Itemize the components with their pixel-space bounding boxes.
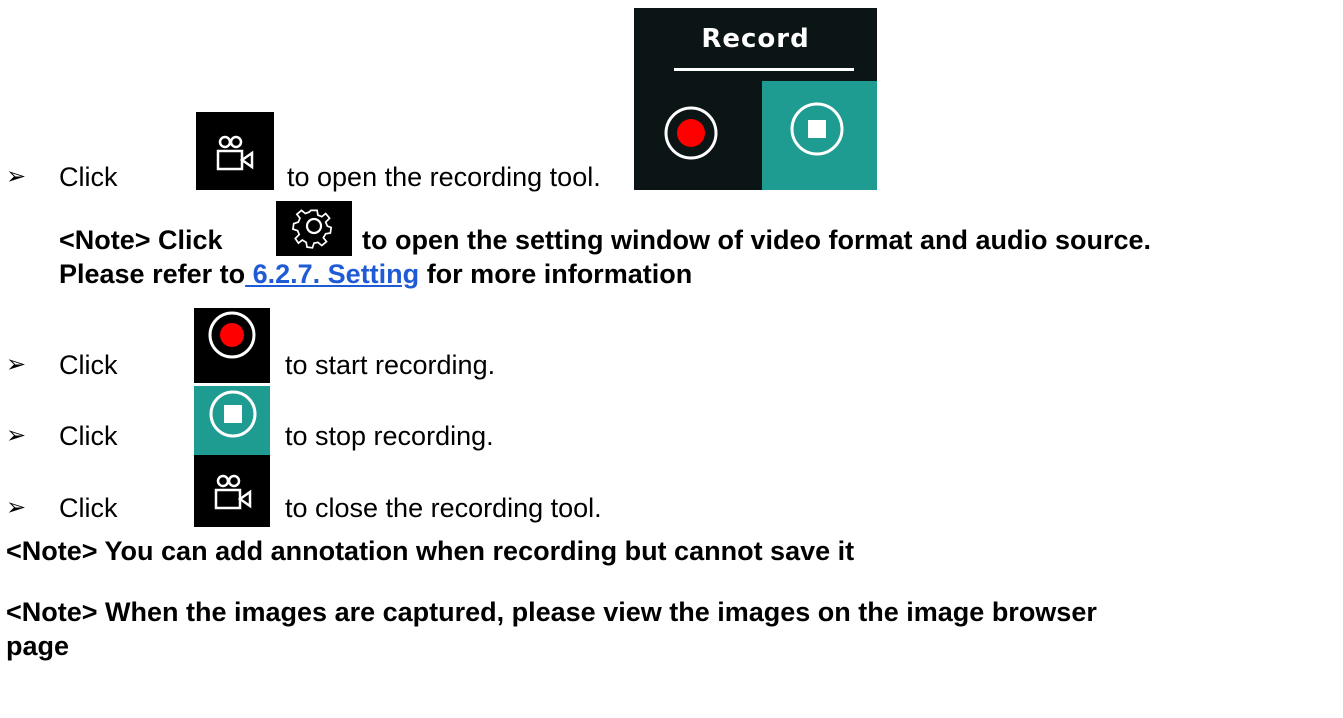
- setting-link[interactable]: 6.2.7. Setting: [245, 259, 420, 289]
- step-2-text: to start recording.: [285, 350, 496, 380]
- bullet-3: ➢: [6, 422, 27, 449]
- note-annotation: <Note> You can add annotation when recor…: [6, 536, 855, 566]
- record-panel: Record: [634, 8, 877, 190]
- record-icon[interactable]: [194, 308, 270, 383]
- bullet-2: ➢: [6, 351, 27, 378]
- step-1-click: Click: [59, 162, 118, 192]
- record-icon: [664, 106, 718, 160]
- note-setting-refer: Please refer to: [59, 259, 246, 289]
- step-2-click: Click: [59, 350, 118, 380]
- stop-icon[interactable]: [194, 386, 270, 456]
- camera-icon[interactable]: [196, 112, 274, 190]
- step-3-click: Click: [59, 421, 118, 451]
- step-4-text: to close the recording tool.: [285, 493, 602, 523]
- bullet-4: ➢: [6, 494, 27, 521]
- note-setting-line2: Please refer to 6.2.7. Setting for more …: [59, 258, 692, 290]
- note-setting-text: to open the setting window of video form…: [362, 225, 1152, 255]
- note-setting-prefix: <Note> Click: [59, 225, 223, 255]
- gear-icon[interactable]: [276, 201, 352, 256]
- step-1-text: to open the recording tool.: [287, 162, 601, 192]
- record-panel-icons: [664, 102, 844, 160]
- note-images-line2: page: [6, 631, 70, 661]
- step-3-text: to stop recording.: [285, 421, 494, 451]
- step-4-click: Click: [59, 493, 118, 523]
- note-setting-more: for more information: [426, 259, 693, 289]
- camera-icon-close[interactable]: [194, 455, 270, 527]
- note-images-line1: <Note> When the images are captured, ple…: [6, 597, 1097, 627]
- bullet-1: ➢: [6, 163, 27, 190]
- stop-icon: [790, 102, 844, 156]
